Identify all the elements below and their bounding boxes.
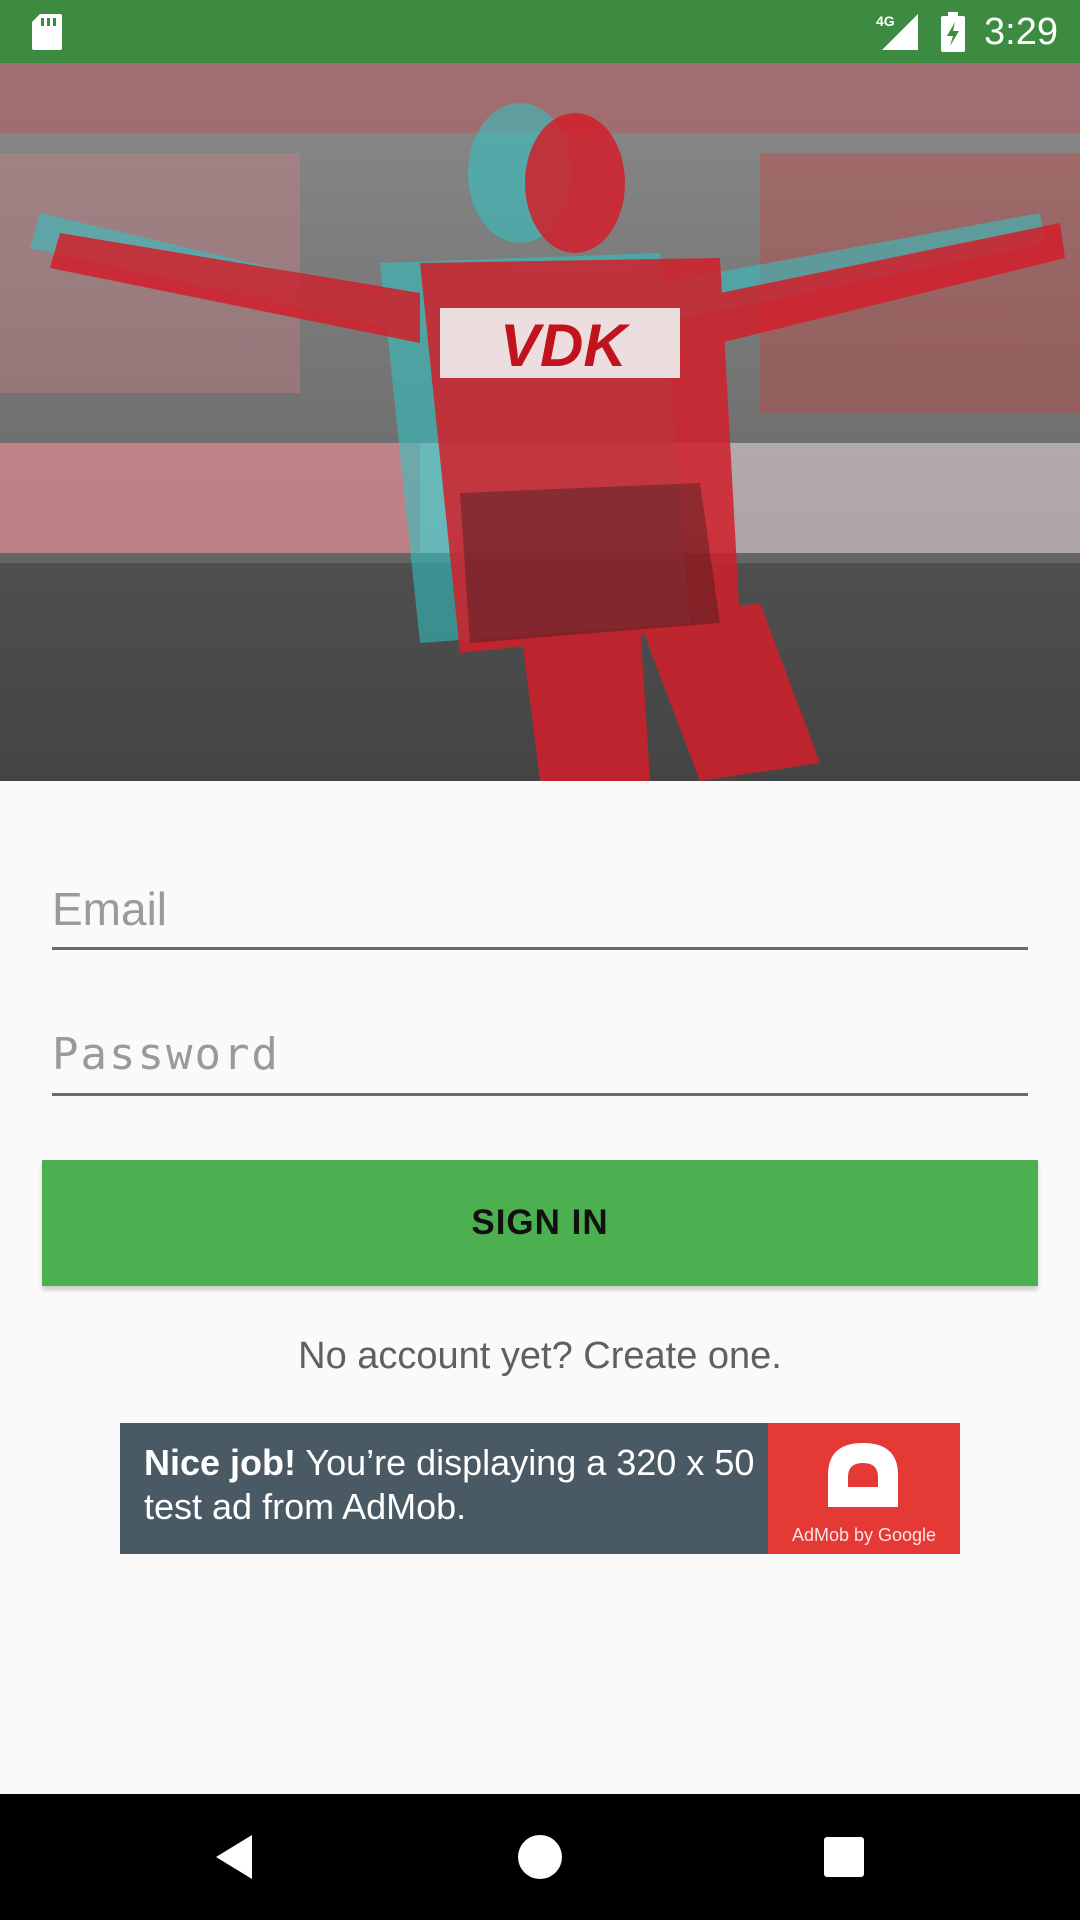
hero-shirt-sponsor: VDK xyxy=(500,312,630,379)
status-bar: 4G 3:29 xyxy=(0,0,1080,63)
back-icon[interactable] xyxy=(208,1829,264,1885)
hero-image: VDK xyxy=(0,63,1080,781)
home-icon[interactable] xyxy=(512,1829,568,1885)
football-player-celebration-image: VDK xyxy=(0,63,1080,781)
ad-text: Nice job! You’re displaying a 320 x 50 t… xyxy=(144,1441,764,1541)
email-input[interactable] xyxy=(52,870,1028,947)
sd-card-icon xyxy=(32,14,62,50)
test-ad-banner[interactable]: Nice job! You’re displaying a 320 x 50 t… xyxy=(120,1423,960,1554)
ad-headline: Nice job! xyxy=(144,1442,297,1483)
admob-brand-label: AdMob by Google xyxy=(791,1525,937,1545)
network-type-label: 4G xyxy=(876,13,895,29)
recents-icon[interactable] xyxy=(816,1829,872,1885)
battery-icon xyxy=(941,12,965,52)
signal-icon: 4G xyxy=(876,13,918,50)
create-account-link[interactable]: No account yet? Create one. xyxy=(0,1328,1080,1384)
admob-logo-panel: AdMob by Google xyxy=(768,1423,960,1554)
navigation-bar xyxy=(0,1794,1080,1920)
password-field[interactable] xyxy=(52,1016,1028,1096)
email-field[interactable] xyxy=(52,870,1028,950)
status-clock: 3:29 xyxy=(984,11,1058,53)
sign-in-button[interactable]: SIGN IN xyxy=(42,1160,1038,1286)
password-input[interactable] xyxy=(52,1016,1028,1093)
admob-logo-icon xyxy=(828,1443,898,1507)
